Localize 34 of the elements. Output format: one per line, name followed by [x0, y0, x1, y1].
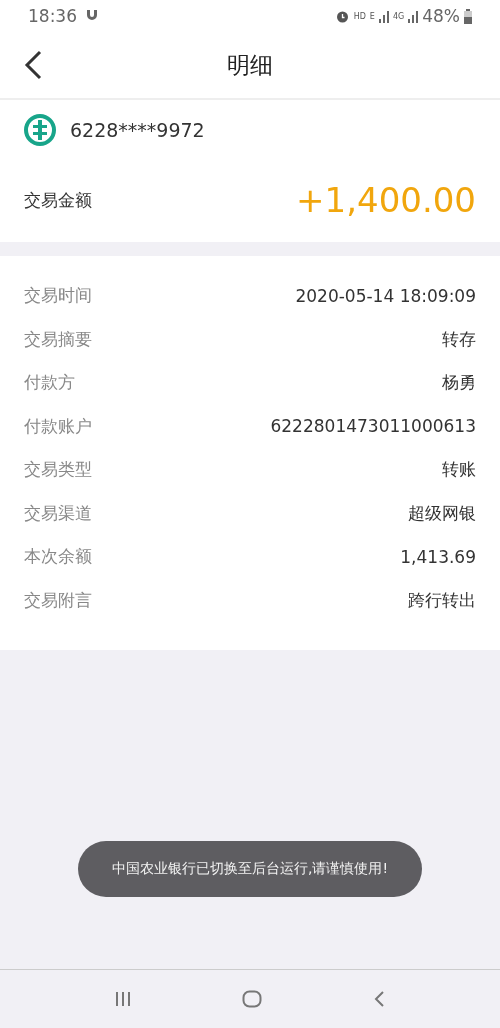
back-icon[interactable]	[22, 50, 44, 80]
battery-percent: 48%	[422, 6, 460, 26]
signal-icon	[408, 9, 419, 23]
network-label: E	[369, 11, 375, 21]
detail-value: 转存	[442, 327, 476, 351]
detail-label: 交易摘要	[24, 327, 92, 351]
page-title: 明细	[227, 50, 273, 80]
network-label: 4G	[392, 11, 405, 21]
home-icon[interactable]	[242, 990, 262, 1008]
detail-value: 转账	[442, 458, 476, 482]
detail-label: 交易附言	[24, 588, 92, 612]
detail-value: 超级网银	[408, 501, 476, 525]
detail-value: 6222801473011000613	[270, 416, 476, 437]
recent-apps-icon[interactable]	[115, 991, 132, 1007]
detail-value: 杨勇	[442, 371, 476, 395]
detail-value: 2020-05-14 18:09:09	[295, 285, 476, 306]
detail-label: 交易时间	[24, 284, 92, 308]
amount-value: +1,400.00	[296, 180, 476, 220]
detail-value: 跨行转出	[408, 588, 476, 612]
detail-label: 交易渠道	[24, 501, 92, 525]
amount-label: 交易金额	[24, 188, 92, 212]
status-time: 18:36	[28, 6, 77, 26]
detail-label: 本次余额	[24, 545, 92, 569]
hd-label: HD	[353, 11, 366, 21]
detail-label: 付款账户	[24, 414, 92, 438]
detail-value: 1,413.69	[400, 546, 476, 567]
account-number: 6228****9972	[70, 119, 205, 141]
back-nav-icon[interactable]	[372, 990, 385, 1008]
toast-message: 中国农业银行已切换至后台运行,请谨慎使用!	[77, 841, 423, 897]
signal-icon	[378, 9, 389, 23]
detail-label: 付款方	[24, 371, 75, 395]
bank-logo-icon	[24, 114, 56, 146]
detail-label: 交易类型	[24, 458, 92, 482]
battery-icon	[464, 8, 472, 24]
